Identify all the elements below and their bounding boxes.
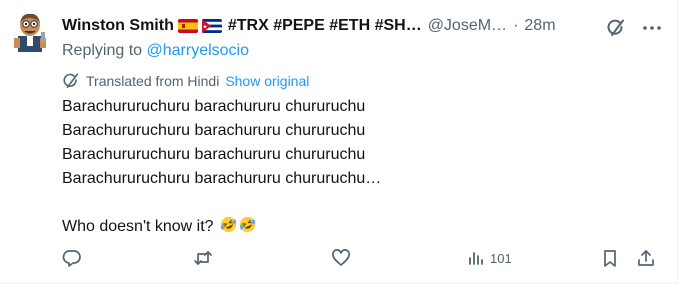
post-line: Barachururuchuru barachururu chururuchu… <box>62 170 382 187</box>
like-button[interactable] <box>331 246 351 270</box>
post-line: Barachururuchuru barachururu chururuchu <box>62 98 366 115</box>
reply-icon <box>62 250 81 267</box>
author-hashtags: #TRX #PEPE #ETH #SH… <box>227 17 422 34</box>
post-closing-text: Who doesn't know it? <box>62 218 214 235</box>
views-button[interactable]: 101 <box>466 246 512 270</box>
post-header: Winston Smith #TRX #PEPE #ETH #SH… @Jose… <box>62 14 556 38</box>
bookmark-button[interactable] <box>600 246 620 270</box>
cuba-flag-icon <box>201 19 222 33</box>
spain-flag-icon <box>177 19 198 33</box>
post-text: Barachururuchuru barachururu chururuchu … <box>62 95 381 239</box>
repost-button[interactable] <box>193 246 213 270</box>
like-icon <box>332 249 350 266</box>
show-original-link[interactable]: Show original <box>225 73 309 89</box>
author-handle[interactable]: @JoseM… <box>428 17 507 35</box>
retweet-icon <box>194 251 212 265</box>
right-divider <box>677 0 678 284</box>
post-line: Barachururuchuru barachururu chururuchu <box>62 146 366 163</box>
reply-button[interactable] <box>62 246 82 270</box>
more-icon[interactable] <box>642 24 662 32</box>
translation-notice: Translated from Hindi Show original <box>62 71 309 91</box>
replying-prefix: Replying to <box>62 42 147 59</box>
author-name[interactable]: Winston Smith <box>62 17 174 35</box>
replying-to: Replying to @harryelsocio <box>62 42 249 60</box>
rofl-emoji-icon <box>239 216 256 233</box>
translated-label: Translated from Hindi <box>86 73 220 89</box>
views-count: 101 <box>490 250 512 266</box>
replying-to-handle[interactable]: @harryelsocio <box>147 42 250 59</box>
share-icon <box>638 250 654 266</box>
grok-icon[interactable] <box>606 18 626 38</box>
views-icon <box>469 252 483 265</box>
post-time[interactable]: 28m <box>524 17 555 35</box>
avatar[interactable] <box>10 12 50 52</box>
post-closing-line: Who doesn't know it? <box>62 215 381 239</box>
bookmark-icon <box>604 250 616 267</box>
share-button[interactable] <box>636 246 656 270</box>
post-line: Barachururuchuru barachururu chururuchu <box>62 122 366 139</box>
rofl-emoji-icon <box>220 216 237 233</box>
action-bar: 101 <box>0 246 677 270</box>
separator-dot: · <box>513 17 519 34</box>
translate-icon <box>63 73 79 89</box>
